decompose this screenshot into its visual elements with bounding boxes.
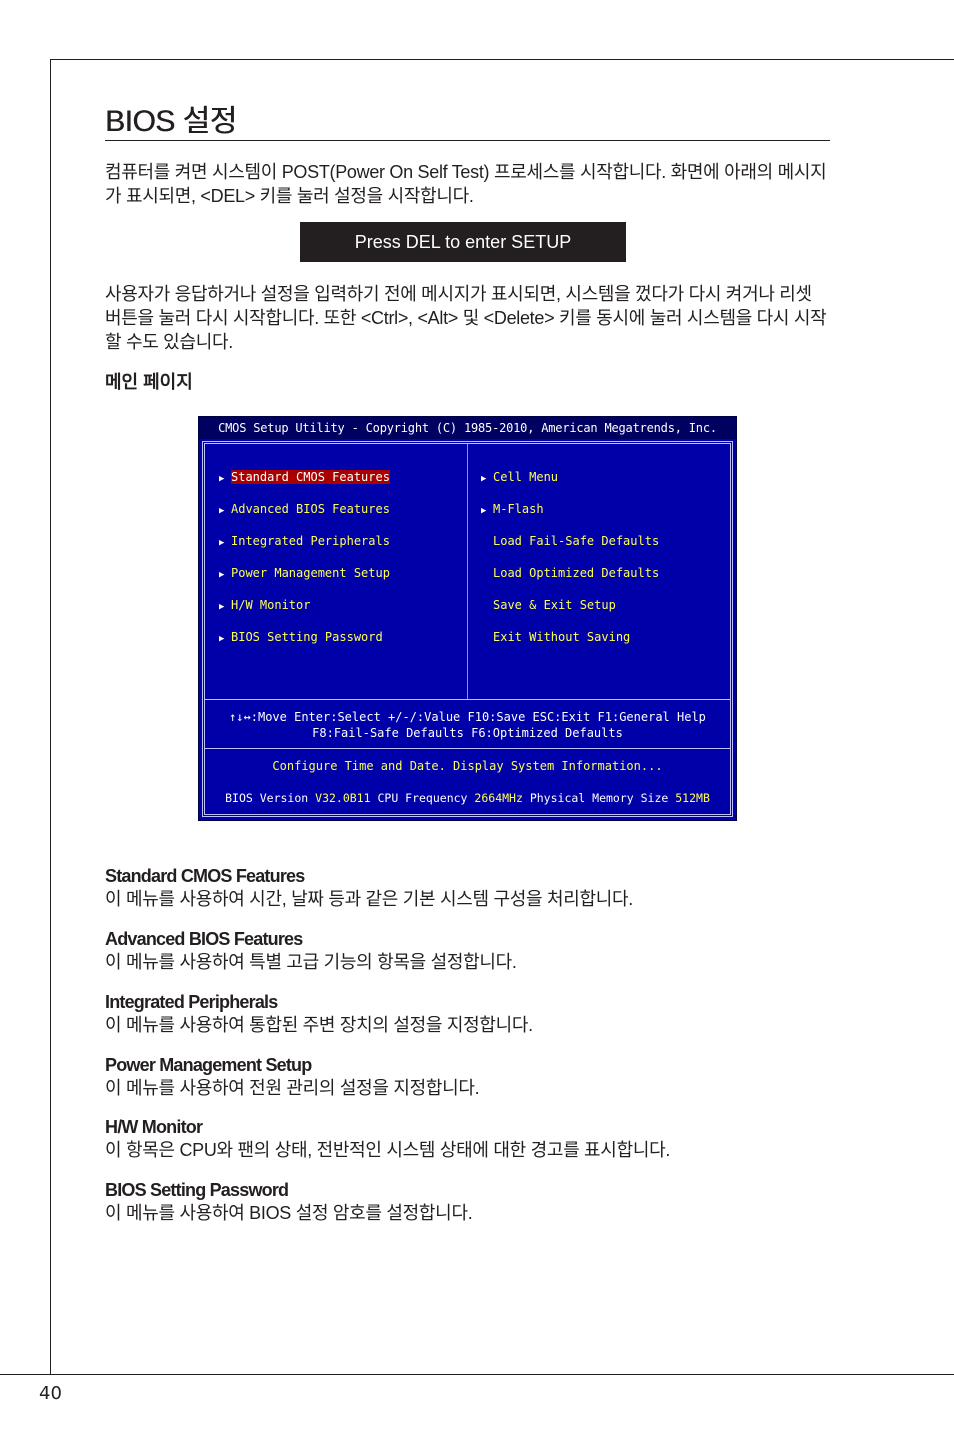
section-title: H/W Monitor xyxy=(105,1117,203,1137)
bios-menu-setting-password[interactable]: ▶ BIOS Setting Password xyxy=(217,629,385,645)
section-description: 이 메뉴를 사용하여 통합된 주변 장치의 설정을 지정합니다. xyxy=(105,1015,533,1035)
intro-paragraph-2: 사용자가 응답하거나 설정을 입력하기 전에 메시지가 표시되면, 시스템을 껐… xyxy=(105,284,827,352)
bios-menu-exit-without-saving[interactable]: Exit Without Saving xyxy=(479,629,632,645)
main-page-subheading: 메인 페이지 xyxy=(105,372,193,392)
submenu-arrow-icon: ▶ xyxy=(481,474,487,484)
bios-menu-standard-cmos[interactable]: ▶ Standard CMOS Features xyxy=(217,469,392,485)
bios-menu-cell-menu[interactable]: ▶ Cell Menu xyxy=(479,469,560,485)
press-del-text: Press DEL to enter SETUP xyxy=(354,231,572,252)
section-title: Standard CMOS Features xyxy=(105,866,305,886)
cpu-frequency-label: CPU Frequency xyxy=(377,791,468,805)
section-title: Power Management Setup xyxy=(105,1055,312,1075)
bios-menu-integrated-peripherals[interactable]: ▶ Integrated Peripherals xyxy=(217,533,392,549)
bios-version-value: V32.0B11 xyxy=(315,791,371,805)
bios-version-label: BIOS Version xyxy=(225,791,309,805)
bios-menu-advanced-bios[interactable]: ▶ Advanced BIOS Features xyxy=(217,501,392,517)
page-frame-bottom-rule xyxy=(0,1374,954,1375)
memory-size-value: 512MB xyxy=(675,791,710,805)
page-frame-top-rule xyxy=(50,59,954,60)
section-power-management: Power Management Setup 이 메뉴를 사용하여 전원 관리의… xyxy=(105,1054,832,1100)
section-standard-cmos: Standard CMOS Features 이 메뉴를 사용하여 시간, 날짜… xyxy=(105,865,832,911)
bios-menu-save-exit[interactable]: Save & Exit Setup xyxy=(479,597,618,613)
section-description: 이 메뉴를 사용하여 BIOS 설정 암호를 설정합니다. xyxy=(105,1203,473,1223)
bios-header: CMOS Setup Utility - Copyright (C) 1985-… xyxy=(199,417,736,439)
submenu-arrow-icon: ▶ xyxy=(481,506,487,516)
submenu-arrow-icon: ▶ xyxy=(219,602,225,612)
bios-help-line-1: ↑↓↔:Move Enter:Select +/-/:Value F10:Sav… xyxy=(229,710,706,724)
memory-size-label: Physical Memory Size xyxy=(529,791,669,805)
submenu-arrow-icon: ▶ xyxy=(219,474,225,484)
page-title: BIOS 설정 xyxy=(105,105,237,138)
submenu-arrow-icon: ▶ xyxy=(219,570,225,580)
page-number: 40 xyxy=(39,1383,62,1404)
bios-system-info: BIOS Version V32.0B11 CPU Frequency 2664… xyxy=(205,791,730,805)
bios-menu-load-fail-safe[interactable]: Load Fail-Safe Defaults xyxy=(479,533,661,549)
press-del-message: Press DEL to enter SETUP xyxy=(300,222,626,262)
bios-help-line-2: F8:Fail-Safe Defaults F6:Optimized Defau… xyxy=(312,726,623,740)
submenu-arrow-icon: ▶ xyxy=(219,506,225,516)
section-description: 이 메뉴를 사용하여 전원 관리의 설정을 지정합니다. xyxy=(105,1078,480,1098)
section-advanced-bios: Advanced BIOS Features 이 메뉴를 사용하여 특별 고급 … xyxy=(105,928,832,974)
section-integrated-peripherals: Integrated Peripherals 이 메뉴를 사용하여 통합된 주변… xyxy=(105,991,832,1037)
section-description: 이 메뉴를 사용하여 시간, 날짜 등과 같은 기본 시스템 구성을 처리합니다… xyxy=(105,889,633,909)
submenu-arrow-icon: ▶ xyxy=(219,634,225,644)
page-frame-left-rule xyxy=(50,59,51,1375)
bios-menu-load-optimized[interactable]: Load Optimized Defaults xyxy=(479,565,661,581)
section-description: 이 메뉴를 사용하여 특별 고급 기능의 항목을 설정합니다. xyxy=(105,952,517,972)
bios-main-panel: ▶ Standard CMOS Features ▶ Advanced BIOS F… xyxy=(202,441,733,817)
bios-menu-power-management[interactable]: ▶ Power Management Setup xyxy=(217,565,392,581)
section-bios-password: BIOS Setting Password 이 메뉴를 사용하여 BIOS 설정… xyxy=(105,1179,832,1225)
bios-divider-desc xyxy=(205,748,730,749)
section-title: Integrated Peripherals xyxy=(105,992,278,1012)
cpu-frequency-value: 2664MHz xyxy=(474,791,523,805)
intro-paragraph-1: 컴퓨터를 켜면 시스템이 POST(Power On Self Test) 프로… xyxy=(105,162,827,206)
bios-column-divider xyxy=(467,444,468,699)
section-hw-monitor: H/W Monitor 이 항목은 CPU와 팬의 상태, 전반적인 시스템 상… xyxy=(105,1116,832,1162)
bios-item-description: Configure Time and Date. Display System … xyxy=(272,759,663,773)
title-underline xyxy=(105,140,830,141)
submenu-arrow-icon: ▶ xyxy=(219,538,225,548)
bios-menu-m-flash[interactable]: ▶ M-Flash xyxy=(479,501,546,517)
section-title: Advanced BIOS Features xyxy=(105,929,303,949)
bios-screenshot: CMOS Setup Utility - Copyright (C) 1985-… xyxy=(198,416,737,821)
section-description: 이 항목은 CPU와 팬의 상태, 전반적인 시스템 상태에 대한 경고를 표시… xyxy=(105,1140,671,1160)
bios-divider-help xyxy=(205,699,730,700)
section-title: BIOS Setting Password xyxy=(105,1180,289,1200)
bios-menu-hw-monitor[interactable]: ▶ H/W Monitor xyxy=(217,597,312,613)
